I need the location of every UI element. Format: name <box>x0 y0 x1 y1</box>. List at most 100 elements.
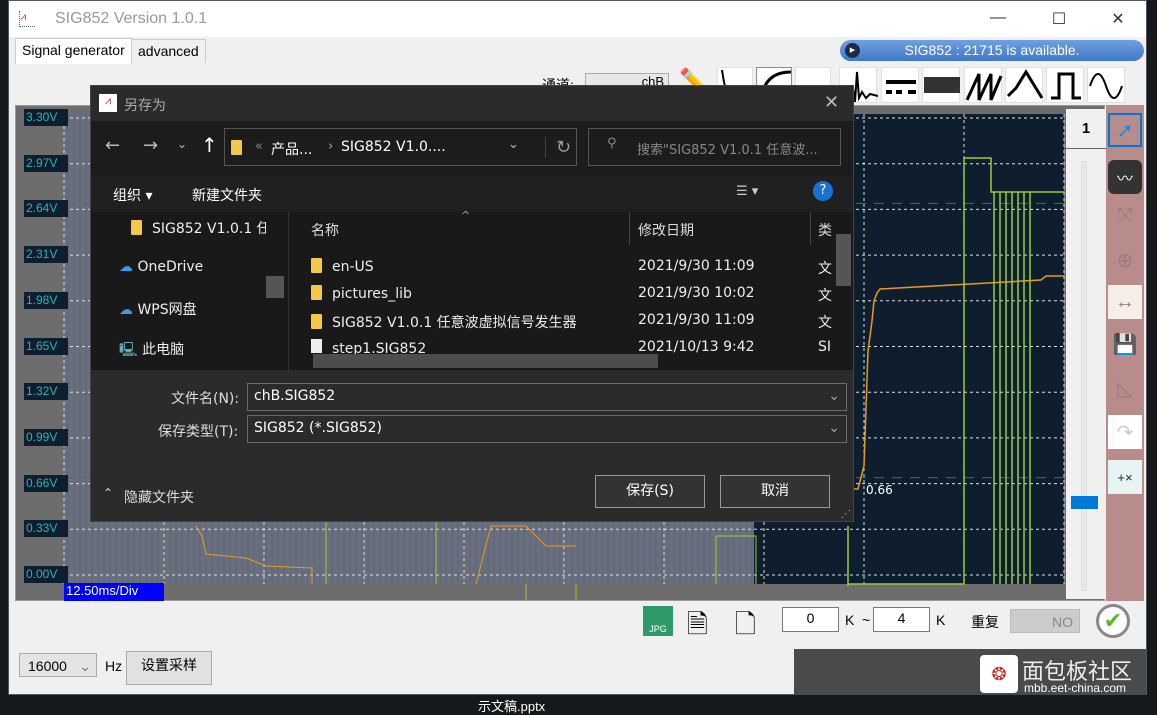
waveform-triangle-icon[interactable] <box>1005 67 1044 103</box>
chevron-up-icon[interactable]: ⌃ <box>103 486 113 500</box>
breadcrumb-item[interactable]: 产品... <box>271 139 312 159</box>
close-button[interactable]: ✕ <box>1103 9 1133 29</box>
refresh-icon[interactable]: ↻ <box>545 137 571 158</box>
dialog-title: 另存为 <box>124 98 166 114</box>
watermark-url: mbb.eet-china.com <box>1024 681 1127 695</box>
waveform-noise-icon[interactable] <box>922 67 960 103</box>
file-row[interactable]: pictures_lib 2021/9/30 10:02 文 <box>311 285 832 307</box>
filetype-select[interactable]: SIG852 (*.SIG852) ⌄ <box>247 415 847 443</box>
apply-check-icon[interactable]: ✔ <box>1096 604 1130 638</box>
new-folder-button[interactable]: 新建文件夹 <box>192 185 262 205</box>
status-banner: ▶ SIG852 : 21715 is available. <box>840 40 1144 61</box>
tab-signal-generator[interactable]: Signal generator <box>15 38 132 64</box>
maximize-button[interactable]: ☐ <box>1044 9 1074 29</box>
computer-icon: 🖳 <box>119 342 143 358</box>
tab-advanced[interactable]: advanced <box>131 39 206 63</box>
export-file-icon[interactable]: 🗎 <box>687 606 717 639</box>
math-ops-icon[interactable]: +× <box>1108 460 1142 494</box>
y-axis-label: 2.64V <box>24 200 68 218</box>
range-from-input[interactable]: 0 <box>782 607 839 632</box>
side-toolbar: ➚ 〰 ⤧ ⊕ ↔ 💾 ◺ ↷ +× <box>1106 105 1144 601</box>
waveform-square-icon[interactable] <box>1046 67 1084 103</box>
y-axis-label: 2.97V <box>24 154 68 172</box>
y-axis-label: 0.33V <box>24 520 68 538</box>
file-icon <box>311 339 322 353</box>
trace-b <box>525 584 577 600</box>
back-arrow-icon[interactable]: ← <box>105 135 120 156</box>
set-sampling-button[interactable]: 设置采样 <box>126 651 212 685</box>
pointer-tool-icon[interactable]: ➚ <box>1108 113 1142 147</box>
save-icon[interactable]: 💾 <box>1108 327 1142 361</box>
repeat-select[interactable]: NO <box>1010 609 1080 633</box>
file-scrollbar[interactable] <box>834 212 853 352</box>
chevron-down-icon[interactable]: ⌄ <box>828 388 840 404</box>
nav-scrollbar[interactable] <box>266 212 284 370</box>
column-date[interactable]: 修改日期 <box>638 220 694 240</box>
browser-pane: SIG852 V1.0.1 任 ☁ OneDrive ☁ WPS网盘 🖳 此电脑… <box>91 209 853 370</box>
folder-icon <box>131 220 142 235</box>
search-input[interactable]: 搜索"SIG852 V1.0.1 任意波... <box>588 128 841 166</box>
file-row[interactable]: en-US 2021/9/30 11:09 文 <box>311 258 832 280</box>
marker-value-label: 0.66 <box>866 483 893 497</box>
dialog-close-button[interactable]: ✕ <box>824 92 839 113</box>
up-arrow-icon[interactable]: ↑ <box>201 133 218 157</box>
horizontal-scrollbar[interactable] <box>291 352 834 370</box>
nav-label: WPS网盘 <box>137 302 197 318</box>
search-icon: ⚲ <box>607 136 617 151</box>
cloud-icon: ☁ <box>119 302 138 318</box>
chevron-down-icon[interactable]: ⌄ <box>828 420 840 436</box>
nav-item-this-pc[interactable]: 🖳 此电脑 <box>119 339 184 363</box>
horizontal-measure-icon[interactable]: ↔ <box>1108 285 1142 319</box>
waveform-sine-icon[interactable] <box>1087 67 1125 103</box>
view-options-icon[interactable]: ☰ ▾ <box>736 184 758 199</box>
nav-item-onedrive[interactable]: ☁ OneDrive <box>119 259 203 275</box>
hide-folders-toggle[interactable]: 隐藏文件夹 <box>124 487 194 507</box>
nav-item-wps[interactable]: ☁ WPS网盘 <box>119 299 197 319</box>
filename-input[interactable]: chB.SIG852 ⌄ <box>247 383 847 411</box>
tilde: ~ <box>862 612 871 628</box>
page-number: 1 <box>1066 109 1106 149</box>
fit-expand-icon[interactable]: ⤧ <box>1108 199 1142 233</box>
y-axis-label: 0.99V <box>24 428 68 446</box>
file-row[interactable]: SIG852 V1.0.1 任意波虚拟信号发生器 2021/9/30 11:09… <box>311 312 832 334</box>
file-type: 文 <box>818 261 832 277</box>
recent-chevron-icon[interactable]: ⌄ <box>177 137 187 151</box>
zoom-slider-track[interactable] <box>1081 161 1087 591</box>
import-file-icon[interactable]: 🗋 <box>735 606 765 639</box>
filetype-label: 保存类型(T): <box>158 424 239 440</box>
file-date: 2021/9/30 11:09 <box>638 258 755 274</box>
play-icon[interactable]: ▶ <box>845 43 860 58</box>
waveform-dc-icon[interactable] <box>881 67 919 103</box>
help-icon[interactable]: ? <box>813 181 833 201</box>
column-name[interactable]: 名称 <box>311 220 339 240</box>
sample-rate-select[interactable]: 16000 ⌄ <box>19 653 97 677</box>
zoom-slider-thumb[interactable] <box>1071 496 1098 509</box>
forward-arrow-icon[interactable]: → <box>143 135 158 156</box>
breadcrumb-item[interactable]: SIG852 V1.0.... <box>341 139 446 155</box>
y-axis-label: 1.32V <box>24 383 68 401</box>
range-to-input[interactable]: 4 <box>873 607 930 632</box>
organize-menu[interactable]: 组织 ▾ <box>113 185 152 205</box>
cancel-button[interactable]: 取消 <box>720 475 830 508</box>
file-date: 2021/9/30 11:09 <box>638 312 755 328</box>
cursor-measure-icon[interactable]: 〰 <box>1108 160 1142 194</box>
export-jpg-icon[interactable]: JPG <box>643 606 673 636</box>
column-type[interactable]: 类 <box>818 220 832 240</box>
zoom-in-icon[interactable]: ⊕ <box>1108 243 1142 277</box>
waveform-sawtooth-icon[interactable] <box>964 67 1003 103</box>
nav-item-current-folder[interactable]: SIG852 V1.0.1 任 <box>131 218 266 238</box>
minimize-button[interactable]: — <box>983 9 1013 27</box>
desktop-file-label: 示文稿.pptx <box>478 699 546 714</box>
address-bar[interactable]: « 产品... › SIG852 V1.0.... ⌄ ↻ <box>224 128 577 166</box>
y-axis-label: 0.66V <box>24 474 68 492</box>
address-dropdown-icon[interactable]: ⌄ <box>508 137 519 152</box>
save-button[interactable]: 保存(S) <box>595 475 705 508</box>
bottom-toolbar: JPG 🗎 🗋 0 K ~ 4 K 重复 NO ✔ <box>9 604 1146 640</box>
file-name: en-US <box>332 259 374 275</box>
filename-value: chB.SIG852 <box>254 388 336 404</box>
ruler-triangle-icon[interactable]: ◺ <box>1108 371 1142 405</box>
window-title: SIG852 Version 1.0.1 <box>55 10 208 27</box>
filename-label: 文件名(N): <box>171 391 240 407</box>
resize-grip-icon[interactable]: ⋰ <box>841 509 851 520</box>
redo-icon[interactable]: ↷ <box>1108 415 1142 449</box>
